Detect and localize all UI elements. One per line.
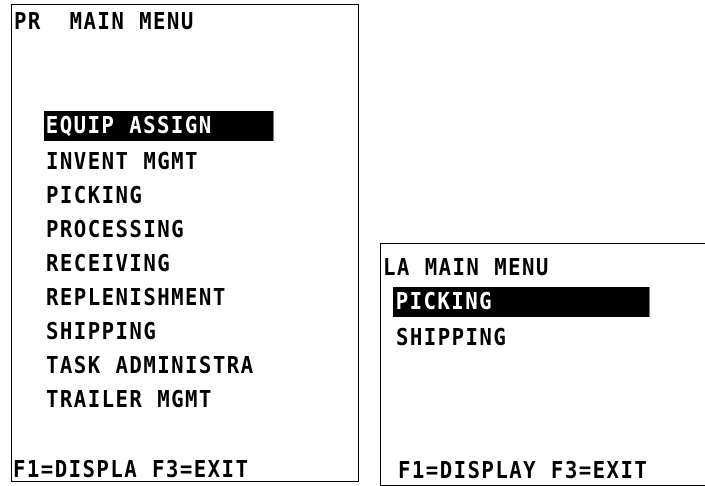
menu-item-picking[interactable]: PICKING	[393, 287, 650, 317]
menu-item-invent-mgmt[interactable]: INVENT MGMT	[46, 145, 274, 179]
menu-list: EQUIP ASSIGN INVENT MGMT PICKING PROCESS…	[44, 111, 299, 417]
menu-item-receiving[interactable]: RECEIVING	[46, 247, 274, 281]
pr-main-menu-screen: PR MAIN MENU EQUIP ASSIGN INVENT MGMT PI…	[11, 4, 359, 483]
menu-list: PICKING SHIPPING	[393, 287, 678, 355]
menu-item-picking[interactable]: PICKING	[46, 179, 274, 213]
function-key-bar: F1=DISPLAY F3=EXIT	[398, 458, 649, 484]
menu-item-task-administra[interactable]: TASK ADMINISTRA	[46, 349, 274, 383]
menu-item-shipping[interactable]: SHIPPING	[46, 315, 274, 349]
screen-title: PR MAIN MENU	[14, 9, 195, 35]
function-key-bar: F1=DISPLA F3=EXIT	[13, 457, 250, 483]
menu-item-trailer-mgmt[interactable]: TRAILER MGMT	[46, 383, 274, 417]
menu-item-processing[interactable]: PROCESSING	[46, 213, 274, 247]
la-main-menu-screen: LA MAIN MENU PICKING SHIPPING F1=DISPLAY…	[380, 243, 705, 486]
menu-item-shipping[interactable]: SHIPPING	[396, 321, 650, 355]
screen-title: LA MAIN MENU	[383, 255, 550, 281]
menu-item-equip-assign[interactable]: EQUIP ASSIGN	[44, 111, 274, 141]
menu-item-replenishment[interactable]: REPLENISHMENT	[46, 281, 274, 315]
